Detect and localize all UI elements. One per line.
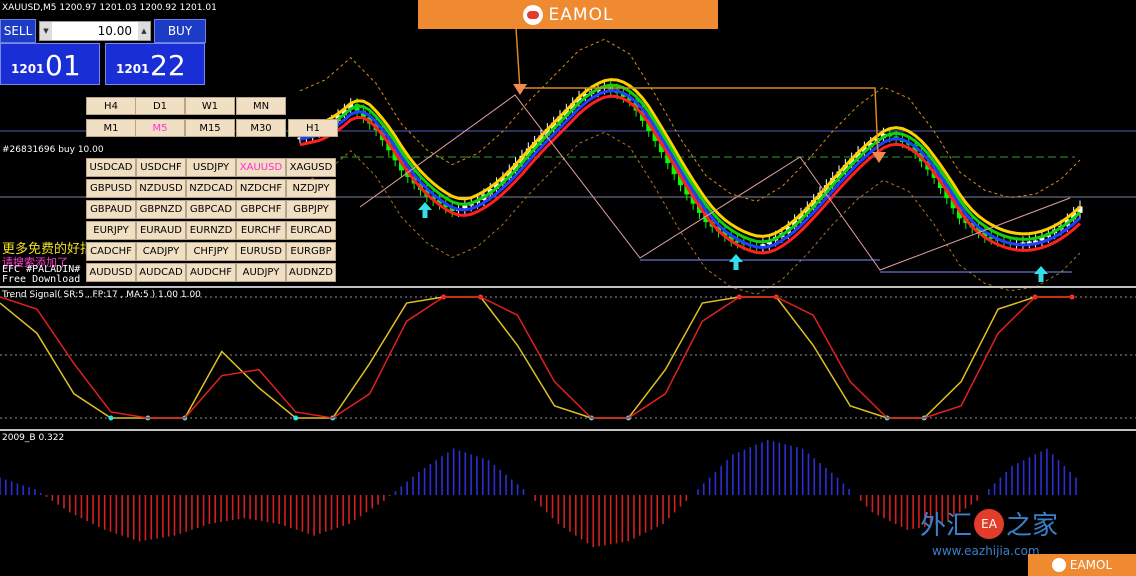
one-click-trade-panel: SELL ▼ 10.00 ▲ BUY 1201 01 1201 22 [0, 19, 207, 85]
up-arrow-icon [1034, 266, 1048, 282]
trend-signal-indicator[interactable] [0, 294, 1136, 421]
watermark-seal: EA [974, 508, 1005, 539]
symbol-audcad[interactable]: AUDCAD [136, 263, 186, 282]
order-label: #26831696 buy 10.00 [2, 145, 104, 155]
trend-signal-header: Trend Signal( SR:5 , FP:17 , MA:5 ) 1.00… [2, 290, 201, 300]
footer-eamol-logo: EAMOL [1028, 554, 1136, 576]
signal-dot [108, 415, 114, 421]
banner-brand: EAMOL [548, 4, 614, 25]
symbol-gbpcad[interactable]: GBPCAD [186, 200, 236, 219]
buy-button[interactable]: BUY [154, 19, 206, 43]
green-ma-line [299, 83, 1082, 244]
symbol-nzdjpy[interactable]: NZDJPY [286, 179, 336, 198]
symbol-gbpusd[interactable]: GBPUSD [86, 179, 136, 198]
symbol-nzdchf[interactable]: NZDCHF [236, 179, 286, 198]
up-arrow-icon [729, 254, 743, 270]
timeframe-h4[interactable]: H4 [86, 97, 136, 115]
symbol-eurcad[interactable]: EURCAD [286, 221, 336, 240]
signal-connector [520, 87, 879, 156]
eamol-banner: EAMOL [418, 0, 718, 29]
timeframe-mn[interactable]: MN [236, 97, 286, 115]
watermark-url: www.eazhijia.com [932, 544, 1040, 558]
symbol-gbpnzd[interactable]: GBPNZD [136, 200, 186, 219]
sell-button[interactable]: SELL [0, 19, 36, 43]
trend-slow-line [0, 296, 1072, 419]
symbol-xagusd[interactable]: XAGUSD [286, 158, 336, 177]
lot-value[interactable]: 10.00 [52, 24, 138, 38]
down-arrow-icon [513, 84, 527, 95]
trend-fast-line [0, 296, 1072, 419]
histogram-header: 2009_B 0.322 [2, 433, 65, 443]
symbol-usdcad[interactable]: USDCAD [86, 158, 136, 177]
symbol-cadjpy[interactable]: CADJPY [136, 242, 186, 261]
histogram-indicator[interactable] [0, 439, 1077, 548]
lot-size-stepper[interactable]: ▼ 10.00 ▲ [39, 21, 151, 41]
symbol-eurnzd[interactable]: EURNZD [186, 221, 236, 240]
symbol-eurusd[interactable]: EURUSD [236, 242, 286, 261]
symbol-audusd[interactable]: AUDUSD [86, 263, 136, 282]
symbol-audchf[interactable]: AUDCHF [186, 263, 236, 282]
candle-body [462, 205, 468, 209]
footer-logo-icon [1051, 558, 1066, 572]
bid-price-box[interactable]: 1201 01 [0, 43, 100, 85]
chart-canvas[interactable] [0, 0, 1136, 576]
signal-connector [515, 27, 521, 91]
symbol-euraud[interactable]: EURAUD [136, 221, 186, 240]
symbol-nzdcad[interactable]: NZDCAD [186, 179, 236, 198]
symbol-eurgbp[interactable]: EURGBP [286, 242, 336, 261]
timeframe-d1[interactable]: D1 [135, 97, 185, 115]
symbol-gbpchf[interactable]: GBPCHF [236, 200, 286, 219]
signal-dot [293, 415, 299, 421]
timeframe-m1[interactable]: M1 [86, 119, 136, 137]
ask-price-box[interactable]: 1201 22 [105, 43, 205, 85]
ask-prefix: 1201 [116, 62, 150, 76]
symbol-cadchf[interactable]: CADCHF [86, 242, 136, 261]
symbol-usdchf[interactable]: USDCHF [136, 158, 186, 177]
timeframe-m30[interactable]: M30 [236, 119, 286, 137]
bid-big: 01 [45, 49, 81, 82]
symbol-nzdusd[interactable]: NZDUSD [136, 179, 186, 198]
ask-big: 22 [150, 49, 186, 82]
footer-brand: EAMOL [1069, 558, 1113, 572]
eamol-logo-icon [522, 4, 543, 25]
symbol-xauusd[interactable]: XAUUSD [236, 158, 286, 177]
symbol-chfjpy[interactable]: CHFJPY [186, 242, 236, 261]
timeframe-h1[interactable]: H1 [288, 119, 338, 137]
watermark-cn-a: 外汇 [920, 511, 973, 541]
symbol-gbpaud[interactable]: GBPAUD [86, 200, 136, 219]
lot-increase-icon[interactable]: ▲ [138, 22, 150, 40]
symbol-gbpjpy[interactable]: GBPJPY [286, 200, 336, 219]
timeframe-w1[interactable]: W1 [185, 97, 235, 115]
symbol-header: XAUUSD,M5 1200.97 1201.03 1200.92 1201.0… [2, 3, 217, 13]
symbol-audnzd[interactable]: AUDNZD [286, 263, 336, 282]
lot-decrease-icon[interactable]: ▼ [40, 22, 52, 40]
up-arrow-icon [418, 202, 432, 218]
timeframe-m15[interactable]: M15 [185, 119, 235, 137]
symbol-eurjpy[interactable]: EURJPY [86, 221, 136, 240]
symbol-usdjpy[interactable]: USDJPY [186, 158, 236, 177]
timeframe-m5[interactable]: M5 [135, 119, 185, 137]
bid-prefix: 1201 [11, 62, 45, 76]
eazhijia-watermark: 外汇 EA 之家 [920, 505, 1058, 542]
symbol-audjpy[interactable]: AUDJPY [236, 263, 286, 282]
watermark-cn-b: 之家 [1006, 511, 1059, 541]
symbol-eurchf[interactable]: EURCHF [236, 221, 286, 240]
